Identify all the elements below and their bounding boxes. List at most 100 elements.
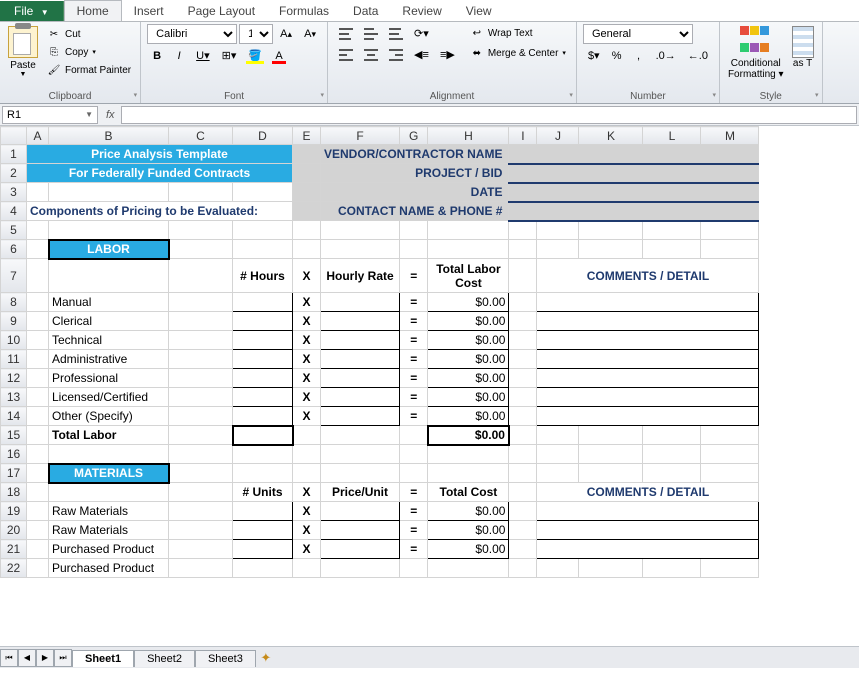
cell[interactable] (233, 559, 293, 578)
cell[interactable] (27, 350, 49, 369)
bold-button[interactable]: B (147, 47, 167, 65)
labor-row-label[interactable]: Administrative (49, 350, 169, 369)
cell[interactable] (169, 183, 233, 202)
tab-formulas[interactable]: Formulas (267, 1, 341, 21)
cell[interactable] (701, 464, 759, 483)
cell[interactable] (701, 445, 759, 464)
comment-input[interactable] (537, 369, 759, 388)
file-tab[interactable]: File ▼ (0, 1, 64, 21)
cell[interactable] (701, 426, 759, 445)
vendor-input-3[interactable] (509, 183, 759, 202)
cell[interactable] (293, 464, 321, 483)
row-header-14[interactable]: 14 (1, 407, 27, 426)
increase-decimal-button[interactable]: .0→ (651, 47, 681, 65)
cell[interactable] (293, 221, 321, 240)
labor-col-total[interactable]: Total Labor Cost (428, 259, 509, 293)
align-right-button[interactable] (384, 45, 408, 64)
labor-total[interactable]: $0.00 (428, 388, 509, 407)
col-header-F[interactable]: F (321, 127, 400, 145)
col-header-J[interactable]: J (537, 127, 579, 145)
col-header-A[interactable]: A (27, 127, 49, 145)
cell[interactable] (509, 331, 537, 350)
grid-container[interactable]: A B C D E F G H I J K L M 1 Price Analys… (0, 126, 859, 646)
cell[interactable] (27, 388, 49, 407)
cell[interactable] (27, 221, 49, 240)
cell[interactable] (701, 559, 759, 578)
cell[interactable] (169, 559, 233, 578)
vendor-input-1[interactable] (509, 145, 759, 164)
row-header-18[interactable]: 18 (1, 483, 27, 502)
cell[interactable] (293, 559, 321, 578)
cell[interactable] (233, 240, 293, 259)
cell-x[interactable]: X (293, 331, 321, 350)
cell[interactable] (169, 540, 233, 559)
cell-x[interactable]: X (293, 502, 321, 521)
cell[interactable] (643, 426, 701, 445)
cell[interactable] (49, 445, 169, 464)
cell[interactable] (537, 426, 579, 445)
mat-col-price[interactable]: Price/Unit (321, 483, 400, 502)
percent-button[interactable]: % (607, 47, 627, 65)
cell[interactable] (233, 183, 293, 202)
font-name-select[interactable]: Calibri (147, 24, 237, 44)
comments-header-2[interactable]: COMMENTS / DETAIL (537, 483, 759, 502)
row-header-13[interactable]: 13 (1, 388, 27, 407)
col-header-C[interactable]: C (169, 127, 233, 145)
cell[interactable] (169, 293, 233, 312)
vendor-input-2[interactable] (509, 164, 759, 183)
labor-rate-input[interactable] (321, 331, 400, 350)
cell[interactable] (428, 559, 509, 578)
cell[interactable] (509, 312, 537, 331)
align-top-button[interactable] (334, 24, 358, 43)
cell[interactable] (293, 145, 321, 164)
cell[interactable] (509, 521, 537, 540)
total-hours[interactable] (233, 426, 293, 445)
cell[interactable] (400, 221, 428, 240)
orientation-button[interactable]: ⟳▾ (409, 24, 434, 43)
border-button[interactable]: ⊞▾ (217, 46, 242, 65)
cell[interactable] (49, 259, 169, 293)
labor-total[interactable]: $0.00 (428, 293, 509, 312)
underline-button[interactable]: U▾ (191, 46, 214, 65)
cell[interactable] (321, 464, 400, 483)
vendor-input-4[interactable] (509, 202, 759, 221)
labor-row-label[interactable]: Professional (49, 369, 169, 388)
cell-eq[interactable]: = (400, 312, 428, 331)
tab-review[interactable]: Review (390, 1, 453, 21)
align-bottom-button[interactable] (384, 24, 408, 43)
comment-input[interactable] (537, 293, 759, 312)
cell[interactable] (27, 426, 49, 445)
row-header-1[interactable]: 1 (1, 145, 27, 164)
cell[interactable] (537, 445, 579, 464)
cell[interactable] (321, 559, 400, 578)
cell[interactable] (169, 483, 233, 502)
cell[interactable] (428, 221, 509, 240)
components-label[interactable]: Components of Pricing to be Evaluated: (27, 202, 293, 221)
row-header-9[interactable]: 9 (1, 312, 27, 331)
sheet-nav-first[interactable]: ⏮ (0, 649, 18, 667)
labor-col-eq[interactable]: = (400, 259, 428, 293)
cell[interactable] (643, 221, 701, 240)
cell[interactable] (293, 183, 321, 202)
title-cell[interactable]: Price Analysis Template (27, 145, 293, 164)
increase-font-button[interactable]: A▴ (275, 25, 297, 43)
tab-view[interactable]: View (454, 1, 504, 21)
labor-row-label[interactable]: Other (Specify) (49, 407, 169, 426)
cell[interactable] (49, 483, 169, 502)
cell[interactable] (400, 426, 428, 445)
cell[interactable] (509, 221, 537, 240)
comment-input[interactable] (537, 521, 759, 540)
cell[interactable] (293, 426, 321, 445)
cell[interactable] (169, 312, 233, 331)
cell[interactable] (509, 369, 537, 388)
cell[interactable] (27, 312, 49, 331)
comment-input[interactable] (537, 312, 759, 331)
cell[interactable] (169, 445, 233, 464)
cell[interactable] (509, 559, 537, 578)
decrease-indent-button[interactable]: ◀≡ (409, 45, 434, 64)
cell[interactable] (27, 331, 49, 350)
mat-total[interactable]: $0.00 (428, 521, 509, 540)
cell[interactable] (49, 183, 169, 202)
cell[interactable] (293, 445, 321, 464)
cell[interactable] (400, 464, 428, 483)
